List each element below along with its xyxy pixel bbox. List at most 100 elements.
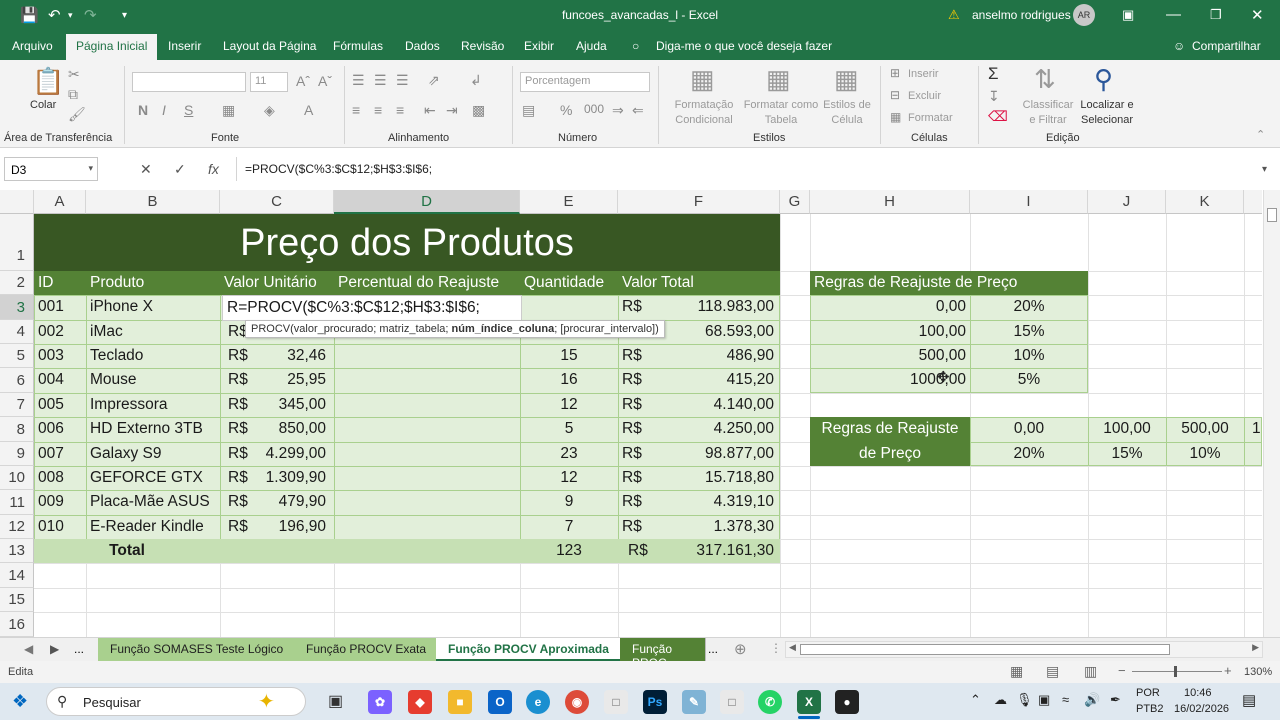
clock-date[interactable]: 16/02/2026	[1174, 703, 1229, 715]
tab-ajuda[interactable]: Ajuda	[576, 39, 607, 53]
sheet-tab-procv-aproximada[interactable]: Função PROCV Aproximada	[436, 638, 622, 661]
increase-decimal-icon[interactable]: ⇒	[612, 102, 624, 119]
cell-b4[interactable]: iMac	[86, 320, 220, 344]
total-quantity[interactable]: 123	[520, 539, 618, 563]
cell-b9[interactable]: Galaxy S9	[86, 442, 220, 466]
decrease-font-icon[interactable]: Aˇ	[318, 73, 332, 89]
windows-start-icon[interactable]: ❖	[12, 691, 28, 712]
row-header-5[interactable]: 5	[0, 344, 34, 368]
cell-a10[interactable]: 008	[34, 466, 86, 490]
outlook-icon[interactable]: O	[488, 690, 512, 714]
fill-color-icon[interactable]: ◈	[264, 102, 275, 119]
formula-input[interactable]: =PROCV($C%3:$C$12;$H$3:$I$6;	[236, 157, 1276, 181]
row-header-2[interactable]: 2	[0, 271, 34, 295]
zoom-out-icon[interactable]: −	[1118, 663, 1126, 678]
wrap-text-icon[interactable]: ↲	[470, 72, 482, 89]
sheet-tab-somases[interactable]: Função SOMASES Teste Lógico	[98, 638, 297, 661]
cell-f8-currency[interactable]: R$	[618, 417, 658, 441]
spreadsheet-grid[interactable]: A B C D E F G H I J K 1 2 3 4 5 6 7 8 9 …	[0, 190, 1262, 637]
add-sheet-icon[interactable]: ⊕	[734, 640, 747, 658]
fill-icon[interactable]: ↧	[988, 88, 1000, 105]
column-header-g[interactable]: G	[780, 190, 810, 214]
paste-icon[interactable]: 📋	[32, 66, 64, 97]
column-header-b[interactable]: B	[86, 190, 220, 214]
insert-cells-icon[interactable]: ⊞	[890, 66, 900, 80]
cell-a8[interactable]: 006	[34, 417, 86, 441]
sheet-title[interactable]: Preço dos Produtos	[34, 220, 780, 266]
cell-b12[interactable]: E-Reader Kindle	[86, 515, 220, 539]
cell-i4[interactable]: 15%	[970, 320, 1088, 344]
column-header-k[interactable]: K	[1166, 190, 1244, 214]
format-cells-button[interactable]: Formatar	[908, 111, 953, 126]
cell-f7-currency[interactable]: R$	[618, 393, 658, 417]
column-header-a[interactable]: A	[34, 190, 86, 214]
cell-f10-currency[interactable]: R$	[618, 466, 658, 490]
format-cells-icon[interactable]: ▦	[890, 110, 901, 124]
pen-icon[interactable]: ✒	[1110, 692, 1121, 708]
row-header-10[interactable]: 10	[0, 466, 34, 490]
clear-icon[interactable]: ⌫	[988, 108, 1008, 125]
tray-app-icon[interactable]: ▣	[1038, 692, 1050, 708]
cell-a5[interactable]: 003	[34, 344, 86, 368]
column-header-i[interactable]: I	[970, 190, 1088, 214]
column-header-c[interactable]: C	[220, 190, 334, 214]
edge-icon[interactable]: e	[526, 690, 550, 714]
header-total-value[interactable]: Valor Total	[618, 271, 780, 295]
cell-i3[interactable]: 20%	[970, 295, 1088, 319]
cell-f4[interactable]: 68.593,00	[658, 320, 778, 344]
page-break-icon[interactable]: ▥	[1084, 663, 1097, 680]
cell-c11[interactable]: 479,90	[250, 490, 330, 514]
sheet-prev-icon[interactable]: ◀	[24, 642, 33, 656]
cell-f3-currency[interactable]: R$	[618, 295, 658, 319]
cell-f10[interactable]: 15.718,80	[658, 466, 778, 490]
cell-b7[interactable]: Impressora	[86, 393, 220, 417]
collapse-ribbon-icon[interactable]: ⌃	[1256, 128, 1265, 141]
wifi-icon[interactable]: ≈	[1062, 692, 1069, 707]
row-header-16[interactable]: 16	[0, 612, 34, 637]
page-layout-icon[interactable]: ▤	[1046, 663, 1059, 680]
cell-f9-currency[interactable]: R$	[618, 442, 658, 466]
tab-formulas[interactable]: Fórmulas	[333, 39, 383, 53]
borders-icon[interactable]: ▦	[222, 102, 235, 119]
align-middle-icon[interactable]: ☰	[374, 72, 387, 89]
format-table-button[interactable]: Formatar como Tabela	[740, 98, 822, 128]
row-header-8[interactable]: 8	[0, 417, 34, 442]
font-name-combo[interactable]	[132, 72, 246, 92]
increase-font-icon[interactable]: Aˆ	[296, 73, 310, 89]
cell-i5[interactable]: 10%	[970, 344, 1088, 368]
cell-f7[interactable]: 4.140,00	[658, 393, 778, 417]
row-header-15[interactable]: 15	[0, 588, 34, 612]
align-center-icon[interactable]: ≡	[374, 102, 382, 118]
cell-c6[interactable]: 25,95	[250, 368, 330, 392]
cell-f6-currency[interactable]: R$	[618, 368, 658, 392]
cell-i9[interactable]: 20%	[970, 442, 1088, 466]
row-header-14[interactable]: 14	[0, 563, 34, 588]
row-header-13[interactable]: 13	[0, 539, 34, 563]
cell-f9[interactable]: 98.877,00	[658, 442, 778, 466]
decrease-decimal-icon[interactable]: ⇐	[632, 102, 644, 119]
anydesk-icon[interactable]: ◆	[408, 690, 432, 714]
insert-cells-button[interactable]: Inserir	[908, 67, 939, 82]
tab-arquivo[interactable]: Arquivo	[12, 39, 53, 53]
autosum-icon[interactable]: Σ	[988, 64, 999, 84]
tab-revisao[interactable]: Revisão	[461, 39, 504, 53]
microphone-icon[interactable]: 🎙	[1016, 692, 1033, 708]
tab-exibir[interactable]: Exibir	[524, 39, 554, 53]
cell-f5[interactable]: 486,90	[658, 344, 778, 368]
sheet-next-icon[interactable]: ▶	[50, 642, 59, 656]
cell-c7[interactable]: 345,00	[250, 393, 330, 417]
recorder-icon[interactable]: ●	[835, 690, 859, 714]
cell-e9[interactable]: 23	[520, 442, 618, 466]
tray-chevron-icon[interactable]: ⌃	[970, 692, 981, 708]
align-bottom-icon[interactable]: ☰	[396, 72, 409, 89]
row-header-9[interactable]: 9	[0, 442, 34, 466]
tab-split-icon[interactable]: ⋮	[770, 641, 782, 655]
photoshop-icon[interactable]: Ps	[643, 690, 667, 714]
header-quantity[interactable]: Quantidade	[520, 271, 618, 295]
file-explorer-icon[interactable]: ■	[448, 690, 472, 714]
column-header-l[interactable]	[1244, 190, 1262, 214]
cell-b3[interactable]: iPhone X	[86, 295, 220, 319]
paint-icon[interactable]: ✎	[682, 690, 706, 714]
merge-icon[interactable]: ▩	[472, 102, 485, 119]
sheet-more-right[interactable]: ...	[708, 642, 718, 656]
